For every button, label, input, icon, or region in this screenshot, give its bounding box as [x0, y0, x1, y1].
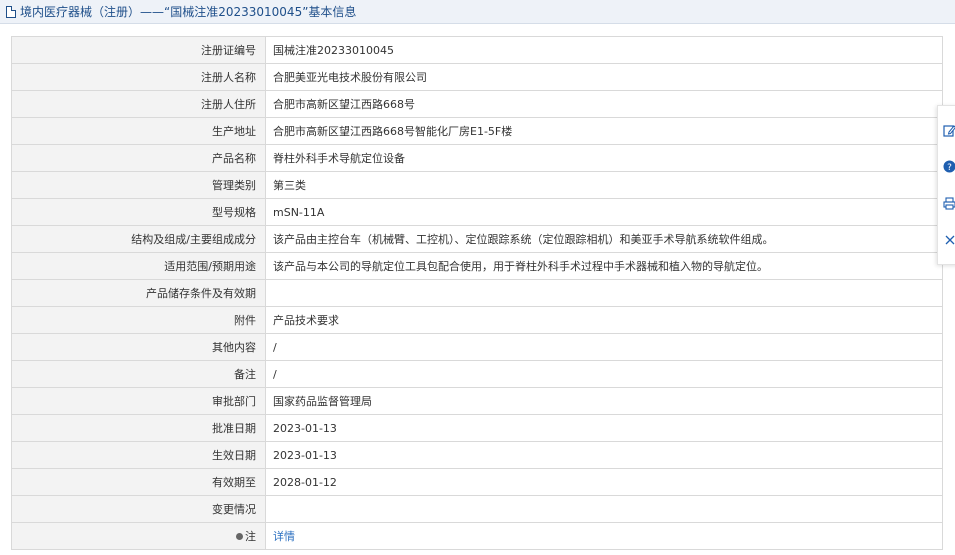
table-row: 有效期至 2028-01-12	[11, 468, 943, 496]
field-value: 2023-01-13	[265, 441, 943, 469]
field-label: 其他内容	[11, 333, 266, 361]
field-label: 生产地址	[11, 117, 266, 145]
table-row: 附件 产品技术要求	[11, 306, 943, 334]
field-value: 国家药品监督管理局	[265, 387, 943, 415]
table-row: 管理类别 第三类	[11, 171, 943, 199]
field-label: 有效期至	[11, 468, 266, 496]
field-label: 变更情况	[11, 495, 266, 523]
note-label: 注	[245, 530, 256, 543]
field-value: 合肥市高新区望江西路668号	[265, 90, 943, 118]
field-value: 合肥美亚光电技术股份有限公司	[265, 63, 943, 91]
table-row: 注册人名称 合肥美亚光电技术股份有限公司	[11, 63, 943, 91]
svg-text:?: ?	[947, 163, 952, 173]
help-icon[interactable]: ?	[943, 160, 955, 174]
field-label: 审批部门	[11, 387, 266, 415]
field-label: 注册证编号	[11, 36, 266, 64]
details-link[interactable]: 详情	[273, 530, 295, 543]
page-title: 境内医疗器械（注册）——“国械注准20233010045”基本信息	[20, 5, 357, 19]
field-value: 产品技术要求	[265, 306, 943, 334]
field-label: 注册人住所	[11, 90, 266, 118]
page-title-bar: 境内医疗器械（注册）——“国械注准20233010045”基本信息	[0, 0, 955, 24]
field-label: 附件	[11, 306, 266, 334]
field-label: 批准日期	[11, 414, 266, 442]
table-row: 其他内容 /	[11, 333, 943, 361]
table-row: 注册证编号 国械注准20233010045	[11, 36, 943, 64]
side-toolbar: ?	[937, 105, 955, 265]
table-row: 适用范围/预期用途 该产品与本公司的导航定位工具包配合使用，用于脊柱外科手术过程中…	[11, 252, 943, 280]
field-label-note: 注	[11, 522, 266, 550]
field-value: 2028-01-12	[265, 468, 943, 496]
field-value: 2023-01-13	[265, 414, 943, 442]
info-table: 注册证编号 国械注准20233010045 注册人名称 合肥美亚光电技术股份有限公司注…	[11, 36, 943, 550]
pin-icon	[236, 532, 243, 540]
table-row: 批准日期 2023-01-13	[11, 414, 943, 442]
edit-icon[interactable]	[943, 123, 955, 137]
table-row: 备注 /	[11, 360, 943, 388]
field-value-note: 详情	[265, 522, 943, 550]
field-label: 产品储存条件及有效期	[11, 279, 266, 307]
close-icon[interactable]	[943, 233, 955, 247]
field-label: 产品名称	[11, 144, 266, 172]
field-value: 合肥市高新区望江西路668号智能化厂房E1-5F楼	[265, 117, 943, 145]
table-row: 生效日期 2023-01-13	[11, 441, 943, 469]
table-row: 型号规格 mSN-11A	[11, 198, 943, 226]
field-value: /	[265, 333, 943, 361]
field-label: 注册人名称	[11, 63, 266, 91]
field-value: 该产品由主控台车（机械臂、工控机）、定位跟踪系统（定位跟踪相机）和美亚手术导航系…	[265, 225, 943, 253]
field-value: /	[265, 360, 943, 388]
field-value: 该产品与本公司的导航定位工具包配合使用，用于脊柱外科手术过程中手术器械和植入物的…	[265, 252, 943, 280]
field-value: 脊柱外科手术导航定位设备	[265, 144, 943, 172]
table-row-note: 注 详情	[11, 522, 943, 550]
document-icon	[6, 5, 16, 18]
field-label: 结构及组成/主要组成成分	[11, 225, 266, 253]
field-value	[265, 495, 943, 523]
table-row: 审批部门 国家药品监督管理局	[11, 387, 943, 415]
table-row: 生产地址 合肥市高新区望江西路668号智能化厂房E1-5F楼	[11, 117, 943, 145]
field-label: 适用范围/预期用途	[11, 252, 266, 280]
field-label: 型号规格	[11, 198, 266, 226]
table-row: 产品名称 脊柱外科手术导航定位设备	[11, 144, 943, 172]
print-icon[interactable]	[943, 196, 955, 210]
field-value: 国械注准20233010045	[265, 36, 943, 64]
field-value	[265, 279, 943, 307]
field-label: 生效日期	[11, 441, 266, 469]
table-row: 结构及组成/主要组成成分 该产品由主控台车（机械臂、工控机）、定位跟踪系统（定位跟…	[11, 225, 943, 253]
table-row: 注册人住所 合肥市高新区望江西路668号	[11, 90, 943, 118]
field-value: mSN-11A	[265, 198, 943, 226]
table-row: 变更情况	[11, 495, 943, 523]
field-label: 管理类别	[11, 171, 266, 199]
field-label: 备注	[11, 360, 266, 388]
field-value: 第三类	[265, 171, 943, 199]
table-row: 产品储存条件及有效期	[11, 279, 943, 307]
